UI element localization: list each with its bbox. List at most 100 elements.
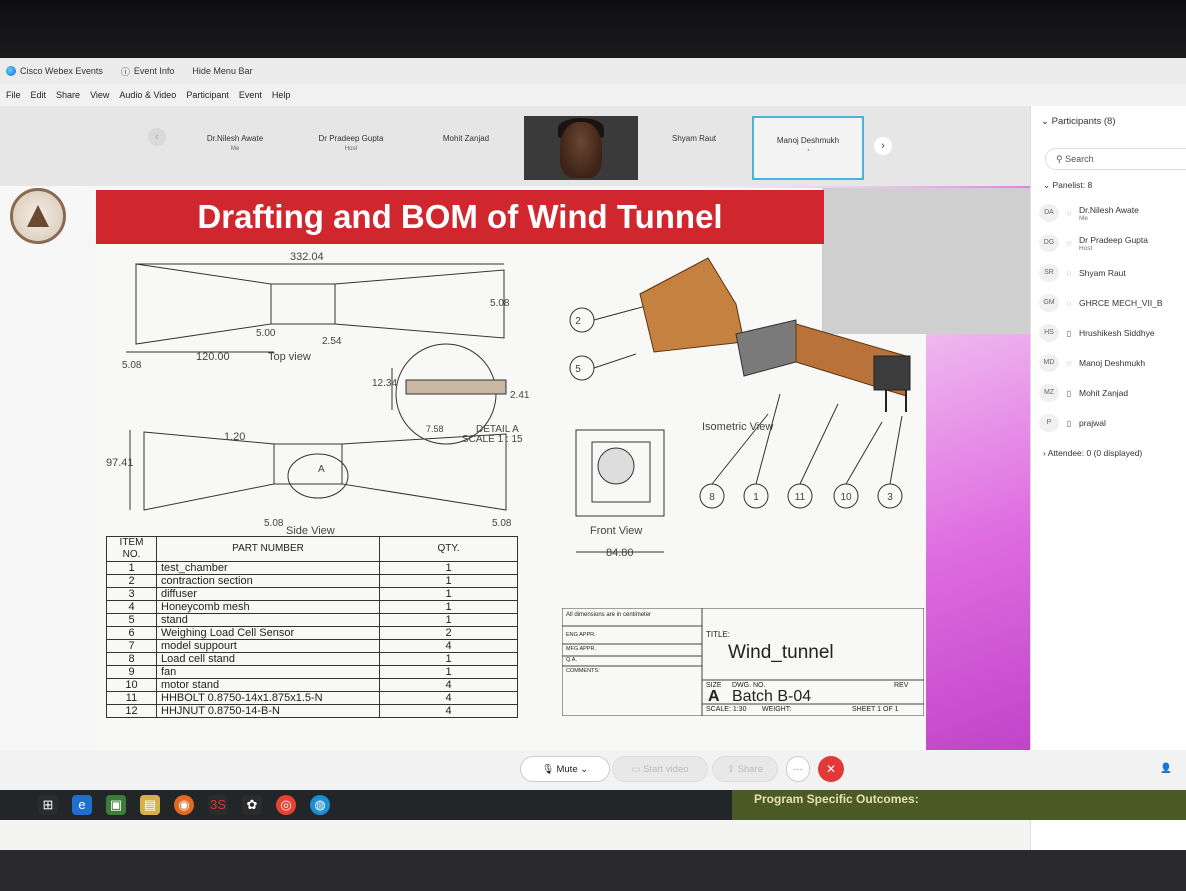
hide-menu-bar-button[interactable]: Hide Menu Bar <box>192 66 252 76</box>
strip-next-button[interactable]: › <box>874 137 892 155</box>
menu-help[interactable]: Help <box>272 90 291 100</box>
participant-name-block: Hrushikesh Siddhye <box>1079 328 1155 338</box>
bom-header: ITEM NO. <box>106 536 157 562</box>
leader <box>593 305 647 321</box>
dim-label: 97.41 <box>106 457 134 469</box>
dim-label: 5.08 <box>490 298 510 309</box>
firefox-icon[interactable]: ◉ <box>174 795 194 815</box>
participant-row[interactable]: HS ▯ Hrushikesh Siddhye <box>1039 322 1155 344</box>
participant-row[interactable]: P ▯ prajwal <box>1039 412 1106 434</box>
bom-row: 7 model suppourt 4 <box>106 639 518 653</box>
tb-field: COMMENTS: <box>566 668 600 674</box>
dim-label: 7.58 <box>426 424 444 434</box>
dim-label: 5.00 <box>256 328 276 339</box>
bom-row: 1 test_chamber 1 <box>106 561 518 575</box>
store-icon[interactable]: ▣ <box>106 795 126 815</box>
video-tile[interactable]: Shyam Raut <box>640 116 748 180</box>
more-options-button[interactable]: ··· <box>786 756 810 782</box>
background-window-strip: Program Specific Outcomes: <box>732 790 1186 820</box>
app-title: Cisco Webex Events <box>6 66 103 76</box>
windows-start-icon[interactable]: ⊞ <box>38 795 58 815</box>
file-explorer-icon[interactable]: ▤ <box>140 795 160 815</box>
tile-name: Dr Pradeep Gupta <box>318 134 384 143</box>
participants-toggle-button[interactable]: 👤 <box>1160 756 1186 782</box>
camera-icon: ▭ <box>631 764 641 775</box>
participants-header[interactable]: ⌄ Participants (8) <box>1041 116 1116 127</box>
menu-bar: File Edit Share View Audio & Video Parti… <box>0 84 1186 106</box>
chrome-icon[interactable]: ◎ <box>276 795 296 815</box>
tile-name: Shyam Raut <box>671 134 717 143</box>
avatar: DG <box>1039 234 1059 252</box>
search-icon: ⚲ <box>1056 154 1063 164</box>
dim-label: 5.08 <box>264 518 284 529</box>
start-video-button[interactable]: ▭ Start video <box>612 756 708 782</box>
tb-note: All dimensions are in centimeter <box>566 612 652 618</box>
participant-role: Me <box>1079 214 1089 222</box>
menu-participant[interactable]: Participant <box>186 90 229 100</box>
menu-event[interactable]: Event <box>239 90 262 100</box>
bom-qty: 1 <box>379 574 518 588</box>
bom-qty: 1 <box>379 587 518 601</box>
isometric-model <box>639 257 911 412</box>
balloon <box>569 307 595 333</box>
info-icon: ⓘ <box>120 66 130 77</box>
end-meeting-button[interactable]: ✕ <box>818 756 844 782</box>
leader <box>889 415 903 485</box>
tb-scale: SCALE: 1:30 <box>706 706 747 713</box>
tb-title-label: TITLE: <box>706 630 731 639</box>
participant-row[interactable]: DA ◌ Dr.Nilesh Awate Me <box>1039 202 1139 224</box>
detail-a-part <box>405 379 507 395</box>
mute-button[interactable]: 🎙 Mute ⌄ <box>520 756 610 782</box>
leader <box>755 393 781 485</box>
bom-row: 3 diffuser 1 <box>106 587 518 601</box>
menu-audio-video[interactable]: Audio & Video <box>119 90 176 100</box>
menu-file[interactable]: File <box>6 90 21 100</box>
panelist-group-header[interactable]: ⌄ Panelist: 8 <box>1043 180 1092 191</box>
bom-part-number: contraction section <box>156 574 380 588</box>
participant-search-input[interactable]: ⚲ Search <box>1045 148 1186 170</box>
bom-item-no: 2 <box>106 574 157 588</box>
bom-qty: 2 <box>379 626 518 640</box>
participant-name-block: Shyam Raut <box>1079 268 1126 278</box>
avatar: SR <box>1039 264 1059 282</box>
bom-part-number: stand <box>156 613 380 627</box>
solidworks-icon[interactable]: 3S <box>208 795 228 815</box>
college-logo <box>10 188 66 244</box>
avatar: P <box>1039 414 1059 432</box>
bom-header: PART NUMBER <box>156 536 380 562</box>
settings-app-icon[interactable]: ✿ <box>242 795 262 815</box>
participant-name-block: GHRCE MECH_VII_B <box>1079 298 1163 308</box>
bom-qty: 1 <box>379 665 518 679</box>
attendee-group-header[interactable]: › Attendee: 0 (0 displayed) <box>1043 448 1142 458</box>
participant-row[interactable]: SR ◌ Shyam Raut <box>1039 262 1126 284</box>
tile-name: Dr.Nilesh Awate <box>206 134 264 143</box>
bom-part-number: HHJNUT 0.8750-14-B-N <box>156 704 380 718</box>
bom-row: 6 Weighing Load Cell Sensor 2 <box>106 626 518 640</box>
title-bar: Cisco Webex Events ⓘ Event Info Hide Men… <box>0 58 1186 84</box>
participant-row[interactable]: GM ◌ GHRCE MECH_VII_B <box>1039 292 1163 314</box>
menu-share[interactable]: Share <box>56 90 80 100</box>
strip-prev-button[interactable]: ‹ <box>148 128 166 146</box>
menu-edit[interactable]: Edit <box>31 90 47 100</box>
event-info-button[interactable]: ⓘ Event Info <box>121 65 175 78</box>
tb-field: Q.A. <box>566 657 578 663</box>
video-tile[interactable]: Dr Pradeep Gupta Host <box>296 116 406 180</box>
video-tile-live[interactable] <box>524 116 638 180</box>
front-view-label: Front View <box>590 525 642 537</box>
participant-row[interactable]: MD ◌ Manoj Deshmukh <box>1039 352 1145 374</box>
edge-icon[interactable]: e <box>72 795 92 815</box>
participant-row[interactable]: DG ◌ Dr Pradeep Gupta Host <box>1039 232 1148 254</box>
video-tile[interactable]: Mohit Zanjad <box>412 116 520 180</box>
video-tile-active[interactable]: Manoj Deshmukh ◔ <box>752 116 864 180</box>
bom-row: 2 contraction section 1 <box>106 574 518 588</box>
mic-icon: ◌ <box>1066 238 1072 248</box>
video-tile[interactable]: Dr.Nilesh Awate Me <box>180 116 290 180</box>
webex-taskbar-icon[interactable]: ◍ <box>310 795 330 815</box>
share-button[interactable]: ⇪ Share <box>712 756 778 782</box>
bom-item-no: 5 <box>106 613 157 627</box>
dim-label: 120.00 <box>196 351 230 363</box>
menu-view[interactable]: View <box>90 90 109 100</box>
participant-row[interactable]: MZ ▯ Mohit Zanjad <box>1039 382 1128 404</box>
tile-name: Mohit Zanjad <box>442 134 490 143</box>
shared-content-area: Drafting and BOM of Wind Tunnel 332.04 5… <box>0 186 1030 808</box>
